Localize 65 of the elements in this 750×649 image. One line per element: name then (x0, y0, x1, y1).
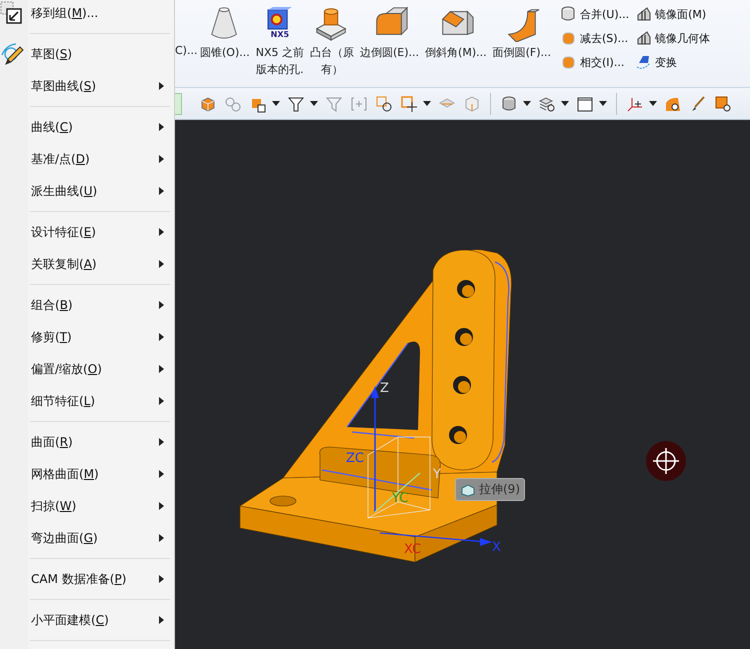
ribbon-button[interactable]: 圆锥(O)... (197, 0, 253, 61)
cube-icon[interactable] (199, 94, 217, 112)
sketch-pencil-icon (0, 41, 26, 67)
ribbon-button[interactable]: NX5 NX5 之前 版本的孔. (252, 0, 307, 78)
ribbon-button[interactable]: 面倒圆(F)... (490, 0, 554, 61)
hole-icon (266, 6, 293, 30)
version-label: NX5 (270, 30, 290, 40)
mirror-icon (635, 29, 652, 47)
square-gear-icon[interactable] (714, 94, 732, 112)
axis-label: ZC (346, 451, 364, 466)
caret-icon[interactable] (523, 101, 531, 106)
cylinder-icon (560, 5, 578, 23)
ribbon-button[interactable]: 边倒圆(E)... (357, 0, 422, 61)
caret-icon[interactable] (423, 101, 431, 106)
menu-item[interactable]: 派生曲线(U) (0, 175, 174, 207)
extrude-icon (460, 482, 476, 496)
axis-label: Y (433, 467, 441, 482)
menu-item[interactable]: 关联复制(A) (0, 248, 174, 280)
tooltip-text: 拉伸(9) (479, 481, 520, 498)
menu-item[interactable]: 细节特征(L) (0, 385, 174, 417)
ribbon-button[interactable]: 凸台（原 有） (307, 0, 357, 78)
caret-icon[interactable] (599, 101, 607, 106)
caret-icon[interactable] (561, 101, 569, 106)
filter-icon[interactable] (287, 94, 305, 112)
menu-item[interactable]: 扫掠(W) (0, 490, 174, 522)
bracket-icon[interactable] (350, 94, 368, 112)
menu-item[interactable]: 组合(B) (0, 289, 174, 321)
menu-item[interactable]: 曲线(C) (0, 111, 174, 143)
ribbon-button[interactable]: 相交(I)... (560, 50, 632, 74)
menu-item[interactable]: 草图曲线(S) (0, 70, 174, 102)
funnel-icon[interactable] (325, 94, 343, 112)
layers-gear-icon[interactable] (538, 94, 556, 112)
ribbon-button[interactable]: 镜像几何体 (635, 26, 712, 50)
ribbon-button[interactable]: 减去(S)... (560, 26, 632, 50)
menu-item[interactable]: 修剪(T) (0, 321, 174, 353)
caret-icon[interactable] (649, 101, 657, 106)
brush-icon[interactable] (689, 94, 707, 112)
caret-icon[interactable] (272, 101, 280, 106)
menu-item[interactable]: 偏置/缩放(O) (0, 353, 174, 385)
menu-item[interactable]: 曲面(R) (0, 426, 174, 458)
window-icon[interactable] (576, 94, 594, 112)
axis-label: Z (380, 381, 389, 396)
menu-item[interactable]: 弯边曲面(G) (0, 522, 174, 554)
ribbon-button[interactable]: C)... (175, 0, 197, 59)
ribbon-button[interactable]: 变换 (635, 50, 712, 74)
ribbon-button[interactable]: 镜像面(M) (635, 2, 712, 26)
menu-item[interactable]: 网格曲面(M) (0, 458, 174, 490)
transform-icon (635, 53, 652, 71)
cube-crosshair-icon[interactable] (375, 94, 393, 112)
axis-label: X (492, 540, 501, 555)
crosshair-target-icon[interactable] (646, 441, 686, 481)
menu-item[interactable]: 小平面建模(C) (0, 604, 174, 636)
square-crosshair-icon[interactable] (400, 94, 418, 112)
cylinder-icon[interactable] (500, 94, 518, 112)
menu-item[interactable]: 基准/点(D) (0, 143, 174, 175)
menu-item[interactable]: 草图(S) (0, 38, 174, 70)
move-to-group-icon (0, 1, 24, 25)
dropdown-field[interactable] (175, 92, 182, 114)
menu-item[interactable]: CAM 数据准备(P) (0, 563, 174, 595)
mirror-icon (635, 5, 652, 23)
caret-icon[interactable] (310, 101, 318, 106)
ribbon-button[interactable]: 合并(U)... (560, 2, 632, 26)
menu-item[interactable]: 设计特征(E) (0, 216, 174, 248)
ribbon-button[interactable]: 倒斜角(M)... (422, 0, 490, 61)
menu-item[interactable]: 移到组(M)... (0, 0, 174, 29)
